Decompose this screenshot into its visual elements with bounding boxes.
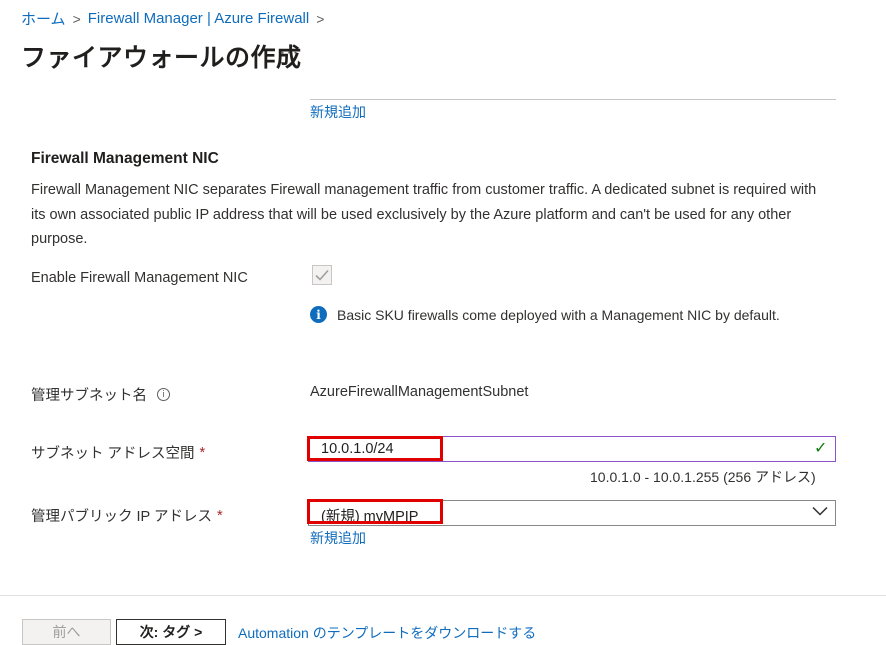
breadcrumb-parent-link[interactable]: Firewall Manager | Azure Firewall xyxy=(88,10,309,27)
address-range-hint: 10.0.1.0 - 10.0.1.255 (256 アドレス) xyxy=(590,469,816,485)
checkmark-icon xyxy=(315,269,329,281)
info-message: i Basic SKU firewalls come deployed with… xyxy=(310,306,780,323)
footer-divider xyxy=(0,595,886,596)
page-title: ファイアウォールの作成 xyxy=(21,44,302,72)
breadcrumb-home-link[interactable]: ホーム xyxy=(21,8,66,29)
add-new-public-ip-link[interactable]: 新規追加 xyxy=(310,528,366,548)
enable-management-nic-checkbox[interactable] xyxy=(312,265,332,285)
address-space-label: サブネット アドレス空間 * xyxy=(31,442,205,463)
required-marker: * xyxy=(199,444,206,461)
highlight-box xyxy=(307,499,443,524)
add-new-link[interactable]: 新規追加 xyxy=(310,102,366,122)
address-space-label-text: サブネット アドレス空間 xyxy=(31,446,195,462)
info-icon: i xyxy=(310,306,327,323)
public-ip-label-text: 管理パブリック IP アドレス xyxy=(31,509,212,525)
breadcrumb: ホーム > Firewall Manager | Azure Firewall … xyxy=(21,8,331,29)
subnet-name-label-text: 管理サブネット名 xyxy=(31,388,147,404)
info-text: Basic SKU firewalls come deployed with a… xyxy=(337,306,780,323)
divider xyxy=(310,99,836,100)
chevron-down-icon[interactable] xyxy=(812,503,828,521)
enable-management-nic-label: Enable Firewall Management NIC xyxy=(31,270,248,286)
required-marker: * xyxy=(217,507,223,524)
download-automation-template-link[interactable]: Automation のテンプレートをダウンロードする xyxy=(238,623,536,643)
info-tooltip-icon[interactable]: i xyxy=(157,388,170,401)
subnet-name-value: AzureFirewallManagementSubnet xyxy=(310,384,529,400)
subnet-name-label: 管理サブネット名 i xyxy=(31,384,170,405)
previous-button[interactable]: 前へ xyxy=(22,619,111,645)
public-ip-label: 管理パブリック IP アドレス * xyxy=(31,505,223,526)
section-description: Firewall Management NIC separates Firewa… xyxy=(31,182,817,247)
breadcrumb-separator: > xyxy=(316,10,325,27)
next-tags-button[interactable]: 次: タグ > xyxy=(116,619,226,645)
more-actions-icon[interactable]: ··· xyxy=(280,44,299,62)
section-heading: Firewall Management NIC xyxy=(31,150,219,167)
highlight-box xyxy=(307,436,443,461)
valid-check-icon: ✓ xyxy=(814,440,828,457)
breadcrumb-separator: > xyxy=(72,10,81,27)
